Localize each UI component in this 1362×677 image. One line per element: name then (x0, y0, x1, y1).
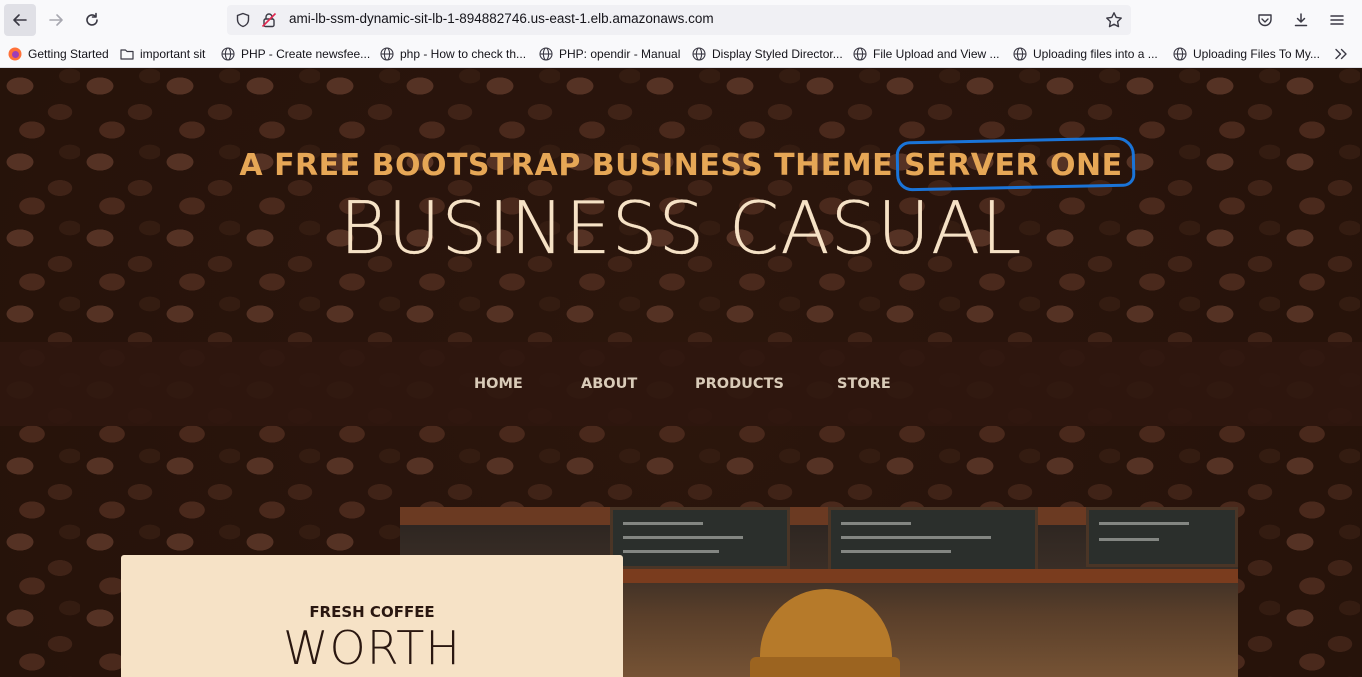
bookmark-item[interactable]: Display Styled Director... (692, 45, 843, 63)
arrow-right-icon (49, 14, 63, 26)
menu-board (828, 507, 1038, 573)
forward-button[interactable] (40, 4, 72, 36)
bookmark-label: PHP - Create newsfee... (241, 47, 371, 61)
reload-icon (86, 12, 98, 26)
chevrons-right-icon (1335, 48, 1347, 60)
intro-subheading: FRESH COFFEE (309, 603, 435, 621)
pocket-button[interactable] (1249, 4, 1281, 36)
main-nav: HOME ABOUT PRODUCTS STORE (0, 342, 1362, 426)
globe-icon (380, 47, 394, 61)
insecure-lock-icon[interactable] (261, 12, 277, 28)
nav-products[interactable]: PRODUCTS (695, 376, 784, 392)
bookmark-item[interactable]: PHP: opendir - Manual (539, 45, 680, 63)
reload-button[interactable] (76, 4, 108, 36)
bookmark-folder-important[interactable]: important sit (120, 45, 205, 63)
intro-heading: WORTH (283, 621, 461, 675)
page-body: A FREE BOOTSTRAP BUSINESS THEME SERVER O… (0, 68, 1362, 677)
tagline-highlight: SERVER ONE (904, 148, 1123, 183)
globe-icon (853, 47, 867, 61)
nav-store[interactable]: STORE (837, 376, 891, 392)
download-icon (1294, 13, 1308, 27)
bookmarks-toolbar: Getting Started important sit PHP - Crea… (0, 40, 1362, 68)
site-tagline: A FREE BOOTSTRAP BUSINESS THEME SERVER O… (0, 148, 1362, 183)
url-text[interactable]: ami-lb-ssm-dynamic-sit-lb-1-894882746.us… (289, 11, 714, 26)
back-button[interactable] (4, 4, 36, 36)
bookmark-label: PHP: opendir - Manual (559, 47, 681, 61)
globe-icon (692, 47, 706, 61)
browser-toolbar: ami-lb-ssm-dynamic-sit-lb-1-894882746.us… (0, 0, 1362, 40)
pocket-icon (1258, 14, 1272, 27)
bookmark-getting-started[interactable]: Getting Started (8, 45, 109, 63)
globe-icon (1013, 47, 1027, 61)
bookmark-item[interactable]: Uploading files into a ... (1013, 45, 1158, 63)
bookmark-label: Display Styled Director... (712, 47, 843, 61)
bookmark-item[interactable]: PHP - Create newsfee... (221, 45, 370, 63)
bookmark-label: Uploading Files To My... (1193, 47, 1320, 61)
bookmark-label: Uploading files into a ... (1033, 47, 1158, 61)
bookmarks-overflow-button[interactable] (1334, 45, 1354, 63)
firefox-icon (8, 47, 22, 61)
menu-button[interactable] (1321, 4, 1353, 36)
globe-icon (1173, 47, 1187, 61)
bookmark-item[interactable]: File Upload and View ... (853, 45, 1000, 63)
intro-card: FRESH COFFEE WORTH (121, 555, 623, 677)
menu-board (1086, 507, 1238, 567)
bookmark-label: php - How to check th... (400, 47, 527, 61)
arrow-left-icon (13, 14, 27, 26)
menu-board (610, 507, 790, 569)
nav-home[interactable]: HOME (474, 376, 523, 392)
globe-icon (539, 47, 553, 61)
hamburger-menu-icon (1330, 15, 1344, 25)
downloads-button[interactable] (1285, 4, 1317, 36)
bookmark-label: important sit (140, 47, 206, 61)
globe-icon (221, 47, 235, 61)
bookmark-item[interactable]: php - How to check th... (380, 45, 526, 63)
url-bar[interactable]: ami-lb-ssm-dynamic-sit-lb-1-894882746.us… (227, 5, 1131, 35)
bookmark-label: File Upload and View ... (873, 47, 1000, 61)
site-heading: BUSINESS CASUAL (339, 186, 1023, 270)
shield-icon[interactable] (235, 12, 251, 28)
tagline-text: A FREE BOOTSTRAP BUSINESS THEME (239, 148, 894, 183)
person-beanie-band (750, 657, 900, 677)
bookmark-item[interactable]: Uploading Files To My... (1173, 45, 1320, 63)
nav-about[interactable]: ABOUT (581, 376, 637, 392)
bookmark-label: Getting Started (28, 47, 109, 61)
star-icon[interactable] (1105, 11, 1123, 29)
folder-icon (120, 49, 134, 60)
